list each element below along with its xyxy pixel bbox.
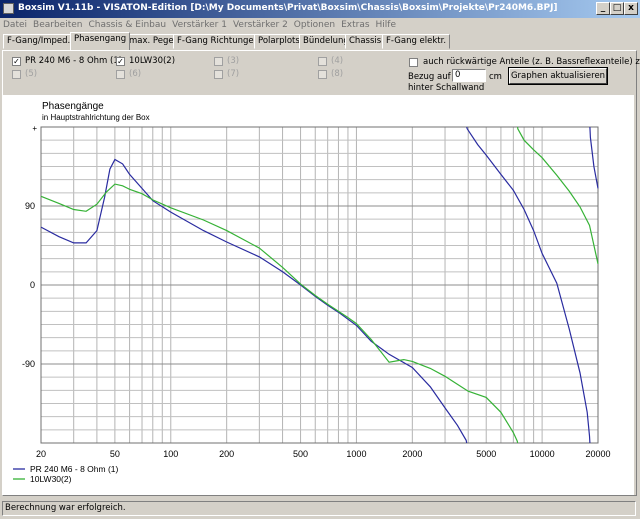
title-bar: Boxsim V1.11b - VISATON-Edition [D:\My D…: [0, 0, 640, 18]
driver-8-checkbox: [318, 70, 327, 79]
chart-legend: PR 240 M6 - 8 Ohm (1)10LW30(2): [13, 464, 119, 484]
x-tick-label: 500: [293, 449, 308, 459]
tab-fgang-elektr[interactable]: F-Gang elektr.: [382, 34, 451, 49]
phase-chart: Phasengänge in Hauptstrahlrichtung der B…: [3, 95, 634, 495]
menu-verstaerker-2[interactable]: Verstärker 2: [230, 18, 291, 33]
phase-chart-svg: Phasengänge in Hauptstrahlrichtung der B…: [13, 101, 611, 484]
x-tick-label: 5000: [476, 449, 496, 459]
x-tick-label: 10000: [530, 449, 555, 459]
menu-hilfe[interactable]: Hilfe: [373, 18, 399, 33]
close-button[interactable]: x: [624, 2, 638, 15]
chart-grid: [40, 126, 599, 444]
driver-4-label: (4): [331, 56, 344, 66]
chart-axes: +90 0 -90 20 50 100 200 500 1000 2000 5000 10000 200…: [22, 124, 611, 459]
x-tick-label: 200: [219, 449, 234, 459]
series-line-2: [40, 183, 519, 444]
driver-6-checkbox: [116, 70, 125, 79]
bezug-label: Bezug auf: [408, 72, 451, 82]
rear-components-checkbox[interactable]: [409, 58, 418, 67]
tab-chassis[interactable]: Chassis: [345, 34, 386, 49]
bezug-unit: cm: [489, 72, 502, 82]
x-tick-label: 50: [110, 449, 120, 459]
options-area: ✓ PR 240 M6 - 8 Ohm (1) ✓ 10LW30(2) (3) …: [4, 53, 640, 94]
driver-4-checkbox: [318, 57, 327, 66]
bezug-label-2: hinter Schallwand: [408, 83, 485, 93]
y-top-tick-mark: +: [32, 124, 37, 133]
y-tick-label: 0: [30, 280, 35, 290]
chart-subtitle: in Hauptstrahlrichtung der Box: [42, 113, 150, 122]
x-tick-label: 20: [36, 449, 46, 459]
maximize-button[interactable]: □: [610, 2, 624, 15]
driver-6-label: (6): [129, 69, 142, 79]
app-icon[interactable]: [3, 3, 14, 14]
status-text: Berechnung war erfolgreich.: [2, 501, 636, 516]
x-tick-label: 2000: [402, 449, 422, 459]
menu-chassis-einbau[interactable]: Chassis & Einbau: [85, 18, 169, 33]
minimize-button[interactable]: _: [596, 2, 610, 15]
y-tick-label: -90: [22, 359, 35, 369]
rear-components-label: auch rückwärtige Anteile (z. B. Bassrefl…: [423, 57, 640, 67]
driver-1-checkbox[interactable]: ✓: [12, 57, 21, 66]
tab-max-pegel[interactable]: max. Pegel: [125, 34, 180, 49]
series-line-2: [517, 126, 599, 265]
driver-3-label: (3): [227, 56, 240, 66]
legend-label-2: 10LW30(2): [30, 474, 72, 484]
driver-5-label: (5): [25, 69, 38, 79]
driver-2-checkbox[interactable]: ✓: [116, 57, 125, 66]
menu-bearbeiten[interactable]: Bearbeiten: [30, 18, 85, 33]
tab-fgang-richtungen[interactable]: F-Gang Richtungen: [173, 34, 263, 49]
status-bar: Berechnung war erfolgreich.: [0, 499, 640, 519]
tab-fgang-imped[interactable]: F-Gang/Imped.: [3, 34, 75, 49]
menu-bar: Datei Bearbeiten Chassis & Einbau Verstärke…: [0, 18, 640, 33]
driver-1-label: PR 240 M6 - 8 Ohm (1): [25, 56, 123, 66]
menu-verstaerker-1[interactable]: Verstärker 1: [169, 18, 230, 33]
driver-7-label: (7): [227, 69, 240, 79]
series-line-1: [40, 158, 468, 444]
driver-2-label: 10LW30(2): [129, 56, 176, 66]
x-tick-label: 1000: [346, 449, 366, 459]
y-tick-label: 90: [25, 201, 35, 211]
x-tick-label: 100: [163, 449, 178, 459]
update-graphs-button[interactable]: Graphen aktualisieren: [508, 67, 608, 85]
tab-phasengang[interactable]: Phasengang: [70, 32, 131, 50]
legend-label-1: PR 240 M6 - 8 Ohm (1): [30, 464, 119, 474]
x-tick-label: 20000: [585, 449, 610, 459]
menu-optionen[interactable]: Optionen: [291, 18, 338, 33]
driver-8-label: (8): [331, 69, 344, 79]
chart-title: Phasengänge: [42, 101, 104, 112]
driver-5-checkbox: [12, 70, 21, 79]
bezug-input[interactable]: 0: [452, 69, 486, 82]
driver-7-checkbox: [214, 70, 223, 79]
window-title: Boxsim V1.11b - VISATON-Edition [D:\My D…: [18, 3, 558, 13]
menu-extras[interactable]: Extras: [338, 18, 372, 33]
menu-datei[interactable]: Datei: [0, 18, 30, 33]
driver-3-checkbox: [214, 57, 223, 66]
tab-polarplots[interactable]: Polarplots: [254, 34, 304, 49]
